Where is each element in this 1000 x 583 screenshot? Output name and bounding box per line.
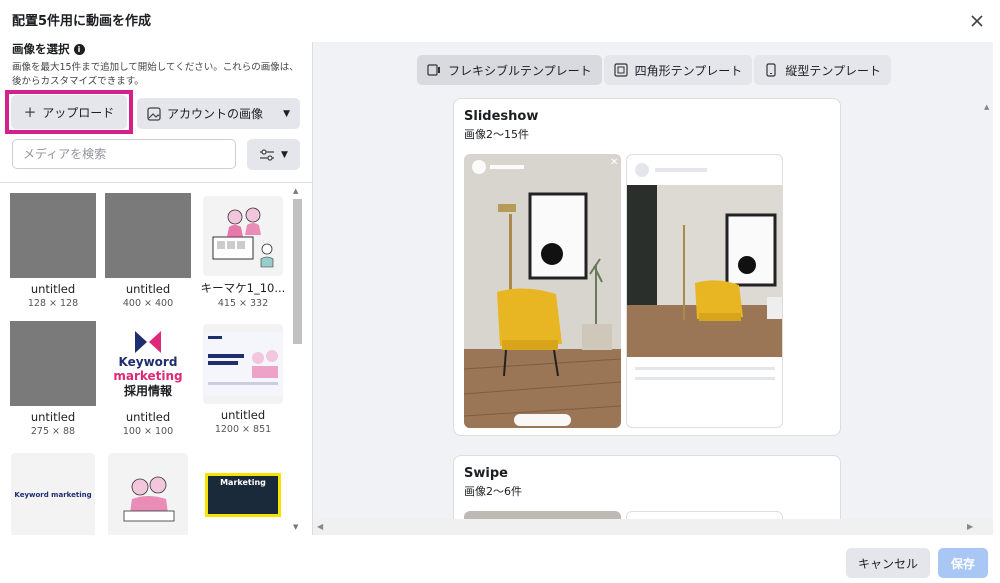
plus-icon: +	[23, 103, 37, 121]
caret-down-icon: ▼	[283, 108, 290, 119]
vertical-template-icon	[766, 63, 776, 77]
close-icon: ✕	[610, 157, 619, 168]
section-title: 画像を選択 i	[12, 41, 85, 57]
image-grid: untitled 128 × 128 untitled 400 × 400 キー…	[0, 183, 290, 535]
template-tabs: フレキシブルテンプレート 四角形テンプレート 縦型テンプレート	[417, 55, 891, 85]
brand-logo-icon	[135, 330, 161, 353]
image-tile[interactable]: untitled 400 × 400	[103, 193, 193, 309]
avatar-placeholder	[472, 160, 486, 174]
marketing-photo: Marketing	[205, 473, 281, 517]
filter-button[interactable]: ▼	[247, 139, 300, 170]
close-button[interactable]	[966, 10, 988, 32]
image-dims: 100 × 100	[122, 426, 174, 437]
scroll-right-icon[interactable]: ▶	[967, 522, 973, 531]
caret-down-icon: ▼	[281, 149, 288, 160]
info-icon[interactable]: i	[73, 43, 85, 55]
cta-placeholder	[514, 414, 571, 426]
image-thumbnail	[10, 193, 96, 278]
image-tile[interactable]: Keyword marketing	[8, 453, 98, 535]
preview-scrollbar[interactable]: ▲	[982, 97, 993, 517]
tab-label: 縦型テンプレート	[785, 63, 881, 78]
image-tile[interactable]: untitled 275 × 88	[8, 321, 98, 437]
image-grid-scrollbar[interactable]: ▲ ▼	[290, 183, 304, 535]
logo-text-marketing: marketing	[113, 368, 183, 383]
image-thumbnail	[203, 324, 283, 404]
name-placeholder	[490, 165, 524, 169]
image-tile[interactable]	[103, 453, 193, 535]
image-thumbnail: Keyword marketing 採用情報	[105, 321, 191, 406]
scroll-left-icon[interactable]: ◀	[317, 522, 323, 531]
image-tile[interactable]: untitled 1200 × 851	[198, 321, 288, 435]
square-template-icon	[614, 63, 628, 77]
image-dims: 400 × 400	[122, 298, 174, 309]
tab-label: フレキシブルテンプレート	[448, 63, 592, 78]
cancel-button[interactable]: キャンセル	[846, 548, 930, 578]
image-thumbnail	[10, 321, 96, 406]
image-icon	[147, 106, 161, 121]
template-card-slideshow[interactable]: Slideshow 画像2〜15件 ✕	[453, 98, 841, 436]
save-button[interactable]: 保存	[938, 548, 988, 578]
banner-image	[204, 332, 282, 396]
feed-preview	[626, 154, 783, 428]
template-subtitle: 画像2〜6件	[464, 485, 522, 498]
template-preview-panel: フレキシブルテンプレート 四角形テンプレート 縦型テンプレート Slidesho…	[313, 42, 993, 535]
image-name: untitled	[125, 410, 171, 424]
flexible-template-icon	[427, 64, 440, 76]
tab-vertical-template[interactable]: 縦型テンプレート	[754, 55, 891, 85]
scroll-up-icon[interactable]: ▲	[984, 103, 989, 111]
description-text: 画像を最大15件まで追加して開始してください。これらの画像は、後からカスタマイズ…	[12, 62, 299, 87]
image-name: untitled	[125, 282, 171, 296]
image-name: untitled	[30, 282, 76, 296]
scroll-up-icon[interactable]: ▲	[293, 187, 298, 195]
close-icon	[971, 15, 983, 27]
template-subtitle: 画像2〜15件	[464, 128, 529, 141]
image-name: キーマケ1_10...	[200, 281, 286, 295]
avatar-placeholder	[635, 163, 649, 177]
account-images-label: アカウントの画像	[167, 107, 264, 121]
text-placeholder	[635, 377, 775, 380]
media-search-input[interactable]	[12, 139, 236, 169]
room-photo	[464, 154, 621, 428]
image-tile[interactable]: キーマケ1_10... 415 × 332	[198, 193, 288, 309]
image-thumbnail: Marketing	[203, 453, 283, 535]
text-placeholder	[635, 367, 775, 370]
slideshow-preview: ✕	[464, 154, 621, 428]
section-title-label: 画像を選択	[12, 42, 70, 56]
horizontal-scrollbar[interactable]: ◀ ▶	[313, 519, 993, 535]
illustration-image	[212, 207, 274, 268]
template-title: Slideshow	[464, 109, 539, 124]
image-tile[interactable]: Keyword marketing 採用情報 untitled 100 × 10…	[103, 321, 193, 437]
image-thumbnail	[105, 193, 191, 278]
illustration-image	[123, 476, 175, 522]
image-dims: 415 × 332	[217, 298, 269, 309]
account-images-dropdown[interactable]: アカウントの画像 ▼	[137, 98, 300, 129]
upload-label: アップロード	[42, 105, 115, 120]
sliders-icon	[260, 148, 275, 161]
tab-square-template[interactable]: 四角形テンプレート	[603, 55, 753, 85]
logo-text-keyword: Keyword	[118, 354, 178, 369]
image-thumbnail: Keyword marketing	[11, 453, 95, 535]
name-placeholder	[655, 168, 707, 172]
scroll-down-icon[interactable]: ▼	[293, 523, 298, 531]
scrollbar-thumb[interactable]	[293, 199, 302, 344]
tab-label: 四角形テンプレート	[634, 63, 743, 78]
image-name: untitled	[220, 408, 266, 422]
image-thumbnail	[108, 453, 188, 535]
image-tile[interactable]: untitled 128 × 128	[8, 193, 98, 309]
image-dims: 128 × 128	[27, 298, 79, 309]
logo-text-recruit: 採用情報	[123, 383, 172, 398]
dialog-title: 配置5件用に動画を作成	[12, 14, 152, 29]
image-tile[interactable]: Marketing	[198, 453, 288, 535]
room-photo	[627, 185, 782, 357]
wide-logo-text: Keyword marketing	[14, 491, 92, 499]
marketing-photo-label: Marketing	[220, 478, 266, 487]
tab-flexible-template[interactable]: フレキシブルテンプレート	[417, 55, 602, 85]
image-thumbnail	[203, 196, 283, 276]
image-name: untitled	[30, 410, 76, 424]
image-dims: 1200 × 851	[214, 424, 272, 435]
template-title: Swipe	[464, 466, 508, 481]
upload-button[interactable]: + アップロード	[11, 95, 127, 129]
image-dims: 275 × 88	[30, 426, 76, 437]
